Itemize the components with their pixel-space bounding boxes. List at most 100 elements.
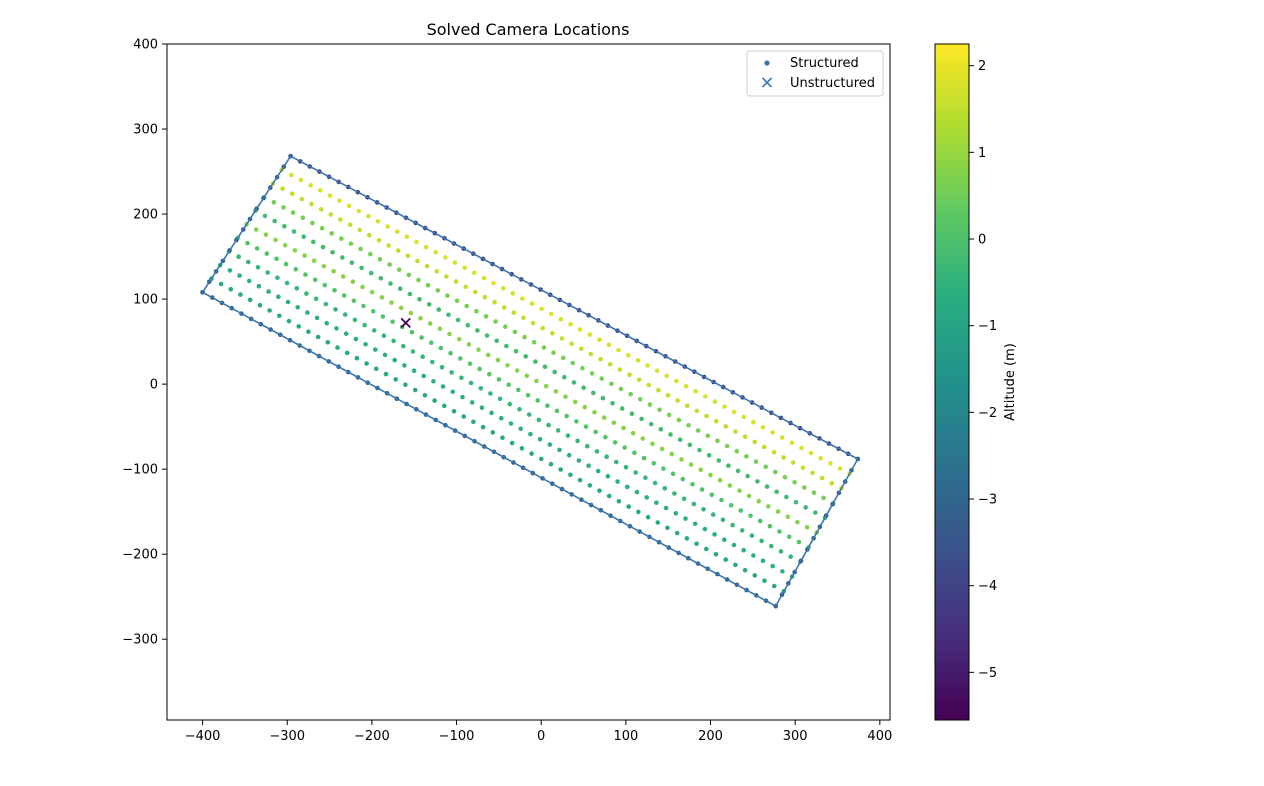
structured-point <box>597 488 602 494</box>
structured-point <box>715 438 720 444</box>
structured-point <box>439 364 445 370</box>
structured-point <box>773 469 778 475</box>
x-tick-label: 100 <box>613 729 638 744</box>
structured-point <box>362 322 367 328</box>
structured-point <box>301 234 307 239</box>
structured-point <box>530 320 536 326</box>
structured-point <box>681 496 687 502</box>
structured-point <box>274 256 279 262</box>
structured-point <box>463 284 469 290</box>
structured-point <box>535 398 540 403</box>
structured-point <box>499 415 504 421</box>
structured-point <box>574 419 579 424</box>
structured-point <box>764 484 770 489</box>
structured-point <box>723 424 729 429</box>
structured-point <box>433 249 439 255</box>
structured-point <box>683 516 688 521</box>
y-tick-label: −100 <box>122 463 158 478</box>
structured-point <box>615 479 620 484</box>
structured-point <box>334 326 339 331</box>
structured-point <box>517 407 522 412</box>
structured-point <box>318 207 324 212</box>
structured-point <box>435 288 441 293</box>
structured-point <box>571 380 577 385</box>
structured-point <box>594 449 600 454</box>
structured-point <box>431 379 436 384</box>
structured-point <box>398 305 404 311</box>
structured-point <box>528 431 533 437</box>
structured-point <box>357 227 363 233</box>
structured-point <box>688 462 694 467</box>
structured-point <box>382 352 388 358</box>
structured-point <box>386 243 391 248</box>
structured-point <box>264 251 270 256</box>
structured-point <box>654 500 659 506</box>
structured-point <box>781 455 786 460</box>
structured-point <box>627 372 632 378</box>
structured-point <box>746 493 752 499</box>
structured-point <box>282 224 287 229</box>
structured-point <box>669 451 675 457</box>
structured-point <box>554 408 560 414</box>
structured-point <box>572 399 578 405</box>
structured-point <box>580 365 585 371</box>
structured-point <box>490 430 496 435</box>
structured-point <box>587 332 593 337</box>
structured-point <box>722 537 727 542</box>
structured-point <box>674 530 680 536</box>
structured-point <box>388 281 393 286</box>
structured-point <box>737 488 742 494</box>
structured-point <box>392 357 398 363</box>
structured-point <box>748 513 753 519</box>
structured-point <box>247 297 253 303</box>
structured-point <box>397 286 403 292</box>
structured-point <box>374 366 379 372</box>
structured-point <box>652 480 658 486</box>
structured-point <box>462 265 468 271</box>
legend: Structured Unstructured <box>746 50 884 97</box>
structured-point <box>445 293 450 298</box>
structured-point <box>674 378 679 384</box>
structured-point <box>641 455 647 461</box>
structured-point <box>710 512 716 517</box>
structured-point <box>228 287 234 292</box>
structured-point <box>410 349 416 354</box>
structured-point <box>799 445 804 451</box>
structured-point <box>389 300 394 305</box>
structured-point <box>520 296 525 301</box>
structured-point <box>273 237 278 243</box>
structured-point <box>804 525 810 530</box>
structured-point <box>604 454 609 460</box>
structured-point <box>509 440 515 446</box>
structured-point <box>784 494 789 500</box>
structured-point <box>753 459 759 464</box>
structured-point <box>311 239 316 245</box>
structured-point <box>322 282 328 288</box>
structured-point <box>430 359 435 365</box>
structured-point <box>482 294 488 300</box>
structured-point <box>488 391 493 396</box>
structured-point <box>640 436 646 441</box>
structured-point <box>455 317 461 323</box>
structured-point <box>632 450 637 456</box>
structured-point <box>577 327 583 332</box>
x-axis: −400 −300 −200 −100 0 100 200 300 400 <box>185 720 892 744</box>
structured-point <box>646 382 651 388</box>
structured-point <box>432 398 437 403</box>
structured-point <box>803 505 808 510</box>
structured-point <box>548 461 554 467</box>
structured-point <box>633 470 638 475</box>
structured-point <box>449 370 455 375</box>
y-tick-label: 400 <box>133 38 158 53</box>
structured-point <box>601 415 607 420</box>
structured-point <box>523 354 528 359</box>
structured-point <box>284 280 290 286</box>
chart-title: Solved Camera Locations <box>427 20 630 39</box>
structured-point <box>745 473 750 479</box>
structured-point <box>564 413 569 419</box>
structured-point <box>735 468 741 474</box>
structured-point <box>407 291 413 297</box>
structured-point <box>793 499 799 505</box>
structured-point <box>471 419 476 425</box>
structured-point <box>713 418 719 424</box>
